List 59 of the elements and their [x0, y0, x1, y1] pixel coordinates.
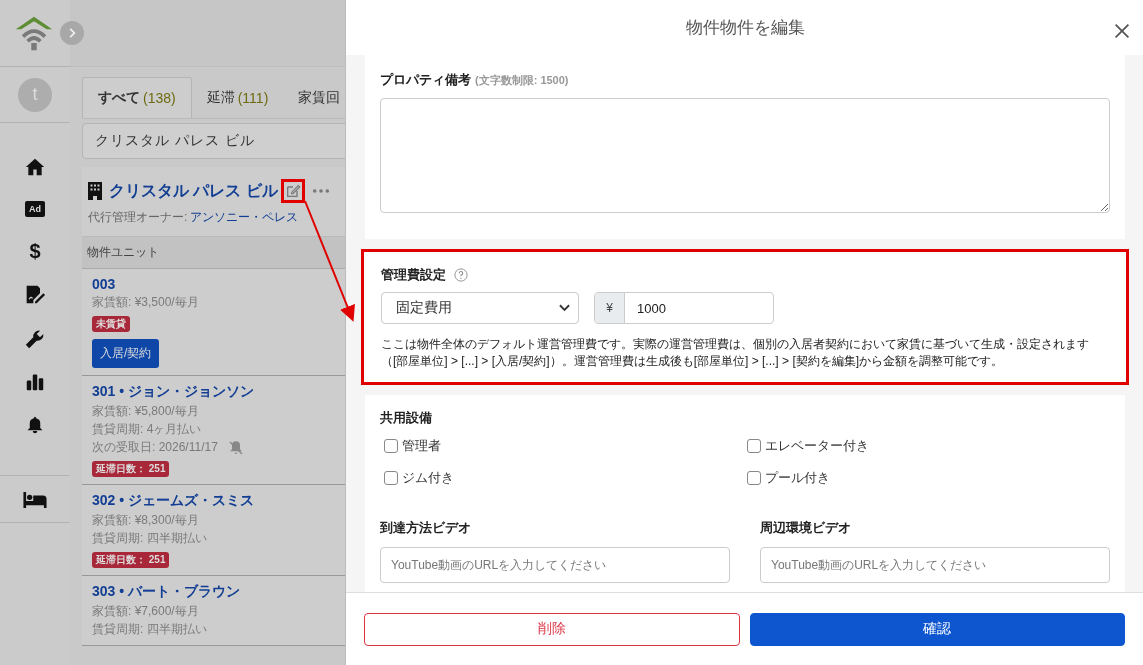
modal-title: 物件物件を編集: [685, 17, 805, 39]
filter-tab[interactable]: すべて (138): [82, 77, 192, 118]
checkbox[interactable]: [747, 471, 761, 485]
unit-detail: 家賃額: ¥3,500/毎月: [92, 294, 199, 311]
checkbox-label: プール付き: [765, 469, 830, 487]
wrench-icon[interactable]: [25, 329, 45, 349]
status-badge: 未賃貸: [92, 316, 130, 332]
bed-icon[interactable]: [23, 492, 47, 508]
document-pen-icon[interactable]: [25, 285, 45, 305]
unit-title-link[interactable]: 302 • ジェームズ・スミス: [92, 492, 255, 510]
move-in-button[interactable]: 入居/契約: [92, 339, 160, 368]
checkbox-label: 管理者: [402, 437, 441, 455]
character-limit-hint: (文字数制限: 1500): [475, 72, 569, 88]
property-name-link[interactable]: クリスタル パレス ビル: [109, 180, 278, 202]
fee-help-text: ここは物件全体のデフォルト運営管理費です。実際の運営管理費は、個別の入居者契約において家賃に基づいて生成・設定されます（[部屋単位] > [...] > [入居/契約]）。運営管理費は生成後も[部屋単位] > [...] > [契約を編集]から金額を調整可能です。: [381, 336, 1090, 370]
unit-detail: 賃貸周期: 4ヶ月払い: [92, 421, 202, 438]
status-badge: 延滞日数： 251: [92, 552, 170, 568]
amenities-label: 共用設備: [380, 409, 433, 427]
checkbox[interactable]: [384, 439, 398, 453]
video-label: 周辺環境ビデオ: [760, 519, 852, 537]
video-label: 到達方法ビデオ: [380, 519, 472, 537]
delete-button[interactable]: 削除: [364, 612, 740, 646]
filter-tab[interactable]: 延滞 (111): [191, 77, 284, 118]
video-url-input[interactable]: YouTube動画のURLを入力してください: [380, 547, 730, 583]
bar-chart-icon[interactable]: [26, 373, 44, 391]
unit-title-link[interactable]: 003: [92, 276, 116, 292]
checkbox[interactable]: [384, 471, 398, 485]
unit-detail: 家賃額: ¥7,600/毎月: [92, 603, 199, 620]
help-icon[interactable]: [454, 268, 468, 282]
bell-icon[interactable]: [26, 415, 44, 435]
confirm-button[interactable]: 確認: [749, 612, 1125, 646]
search-field[interactable]: クリスタル パレス ビル: [82, 123, 345, 159]
video-url-input[interactable]: YouTube動画のURLを入力してください: [760, 547, 1110, 583]
home-icon[interactable]: [24, 157, 46, 177]
filter-tab[interactable]: 家賃回: [283, 77, 345, 118]
unit-detail: 賃貸周期: 四半期払い: [92, 621, 207, 638]
notes-label: プロパティ備考: [380, 71, 471, 89]
owner-link[interactable]: アンソニー・ペレス: [190, 210, 299, 224]
units-heading: 物件ユニット: [82, 237, 345, 269]
unit-title-link[interactable]: 303 • バート・ブラウン: [92, 583, 241, 601]
checkbox-label: エレベーター付き: [765, 437, 869, 455]
checkbox[interactable]: [747, 439, 761, 453]
unit-title-link[interactable]: 301 • ジョン・ジョンソン: [92, 383, 255, 401]
ad-icon[interactable]: Ad: [25, 201, 45, 217]
status-badge: 延滞日数： 251: [92, 461, 170, 477]
fee-settings-label: 管理費設定: [381, 266, 446, 284]
owner-label: 代行管理オーナー:: [88, 210, 188, 224]
next-payment-date: 次の受取日: 2026/11/17: [92, 439, 218, 456]
caret-icon: [559, 304, 570, 312]
dollar-icon[interactable]: $: [29, 241, 41, 261]
checkbox-label: ジム付き: [402, 469, 454, 487]
building-icon: [88, 182, 102, 200]
close-icon[interactable]: [1114, 23, 1130, 39]
unit-detail: 家賃額: ¥5,800/毎月: [92, 403, 199, 420]
more-icon[interactable]: [311, 188, 330, 194]
fee-type-select[interactable]: 固定費用: [381, 292, 579, 324]
unit-detail: 家賃額: ¥8,300/毎月: [92, 512, 199, 529]
bell-slash-icon[interactable]: [227, 439, 244, 456]
unit-detail: 賃貸周期: 四半期払い: [92, 530, 207, 547]
